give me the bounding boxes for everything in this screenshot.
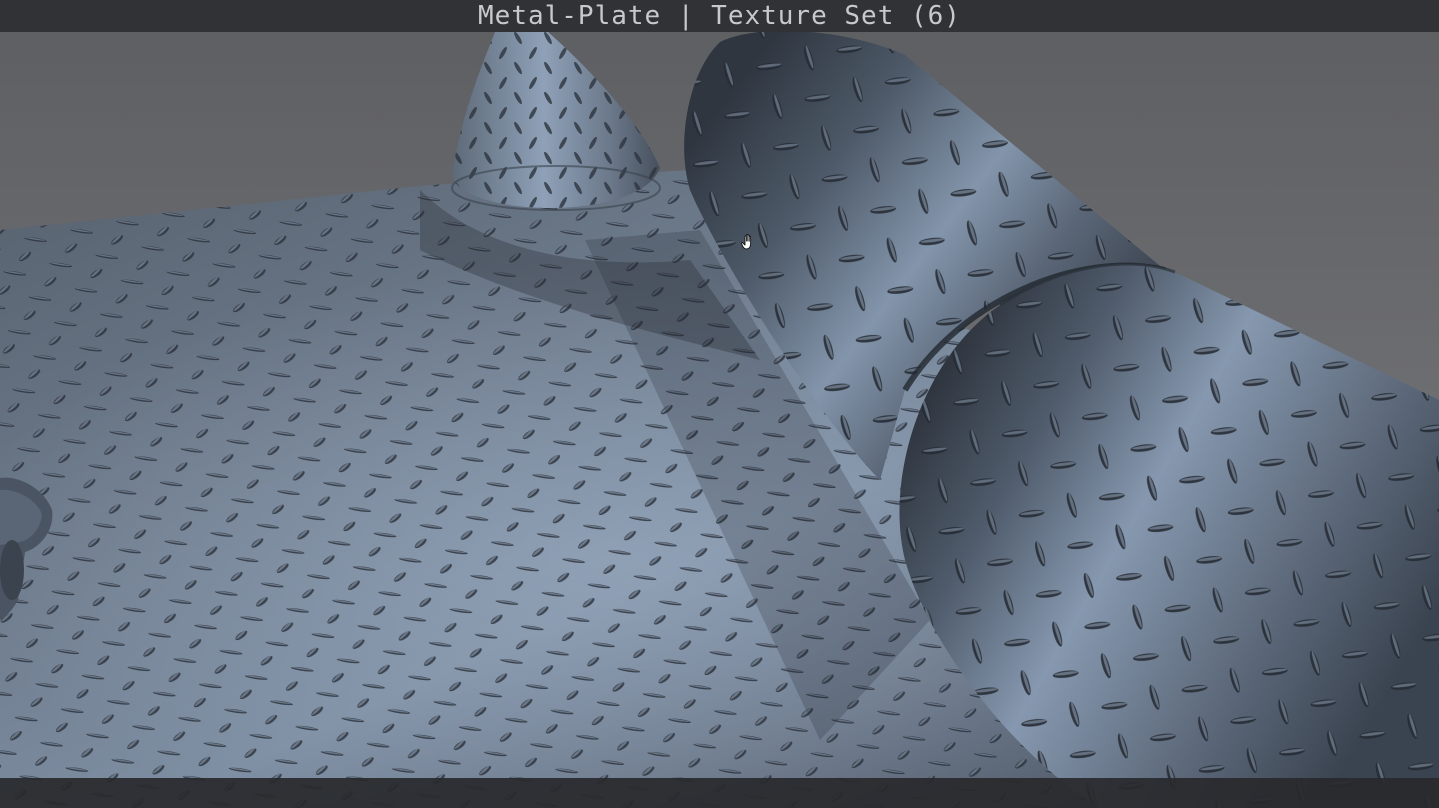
- window-title: Metal-Plate | Texture Set (6): [478, 1, 961, 31]
- 3d-viewport[interactable]: [0, 0, 1439, 808]
- bottom-toolbar: [0, 778, 1439, 808]
- title-bar: Metal-Plate | Texture Set (6): [0, 0, 1439, 32]
- hand-grab-icon: [741, 233, 757, 251]
- viewport-canvas[interactable]: [0, 0, 1439, 808]
